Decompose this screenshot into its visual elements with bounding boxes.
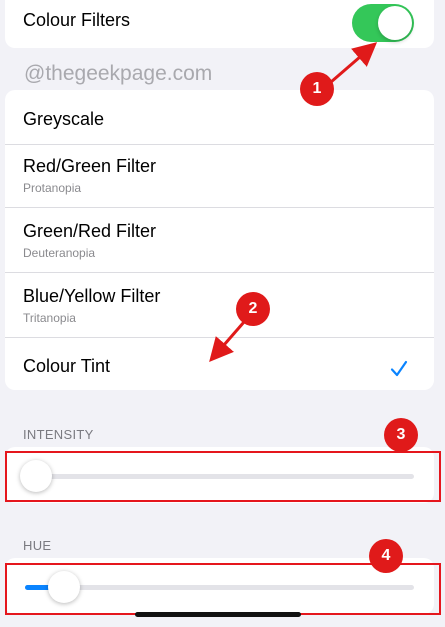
filter-list: Greyscale Red/Green Filter Protanopia Gr… bbox=[5, 90, 434, 390]
intensity-section-label: INTENSITY bbox=[23, 427, 94, 442]
toggle-knob bbox=[378, 6, 412, 40]
filter-subtitle: Tritanopia bbox=[23, 311, 76, 325]
filter-item-red-green[interactable]: Red/Green Filter Protanopia bbox=[5, 145, 434, 208]
filter-title: Greyscale bbox=[23, 109, 105, 129]
annotation-badge-1: 1 bbox=[300, 72, 334, 106]
watermark: @thegeekpage.com bbox=[24, 62, 213, 85]
filter-item-green-red[interactable]: Green/Red Filter Deuteranopia bbox=[5, 208, 434, 273]
filter-title: Green/Red Filter bbox=[23, 221, 157, 241]
colour-filters-row: Colour Filters bbox=[5, 0, 434, 48]
arrow-1 bbox=[330, 42, 378, 84]
filter-item-colour-tint[interactable]: Colour Tint bbox=[5, 338, 434, 390]
filter-item-blue-yellow[interactable]: Blue/Yellow Filter Tritanopia bbox=[5, 273, 434, 338]
colour-filters-label: Colour Filters bbox=[23, 10, 131, 30]
filter-title: Red/Green Filter bbox=[23, 156, 157, 176]
filter-subtitle: Deuteranopia bbox=[23, 246, 96, 260]
annotation-box-intensity bbox=[5, 451, 441, 502]
filter-item-greyscale[interactable]: Greyscale bbox=[5, 90, 434, 145]
annotation-badge-4: 4 bbox=[369, 539, 403, 573]
filter-title: Blue/Yellow Filter bbox=[23, 286, 161, 306]
colour-filters-toggle[interactable] bbox=[352, 4, 414, 42]
annotation-badge-2: 2 bbox=[236, 292, 270, 326]
hue-section-label: HUE bbox=[23, 538, 52, 553]
checkmark-icon bbox=[390, 360, 408, 377]
filter-subtitle: Protanopia bbox=[23, 181, 82, 195]
annotation-box-hue bbox=[5, 563, 441, 615]
annotation-badge-3: 3 bbox=[384, 418, 418, 452]
filter-title: Colour Tint bbox=[23, 356, 111, 376]
home-indicator bbox=[135, 612, 301, 617]
